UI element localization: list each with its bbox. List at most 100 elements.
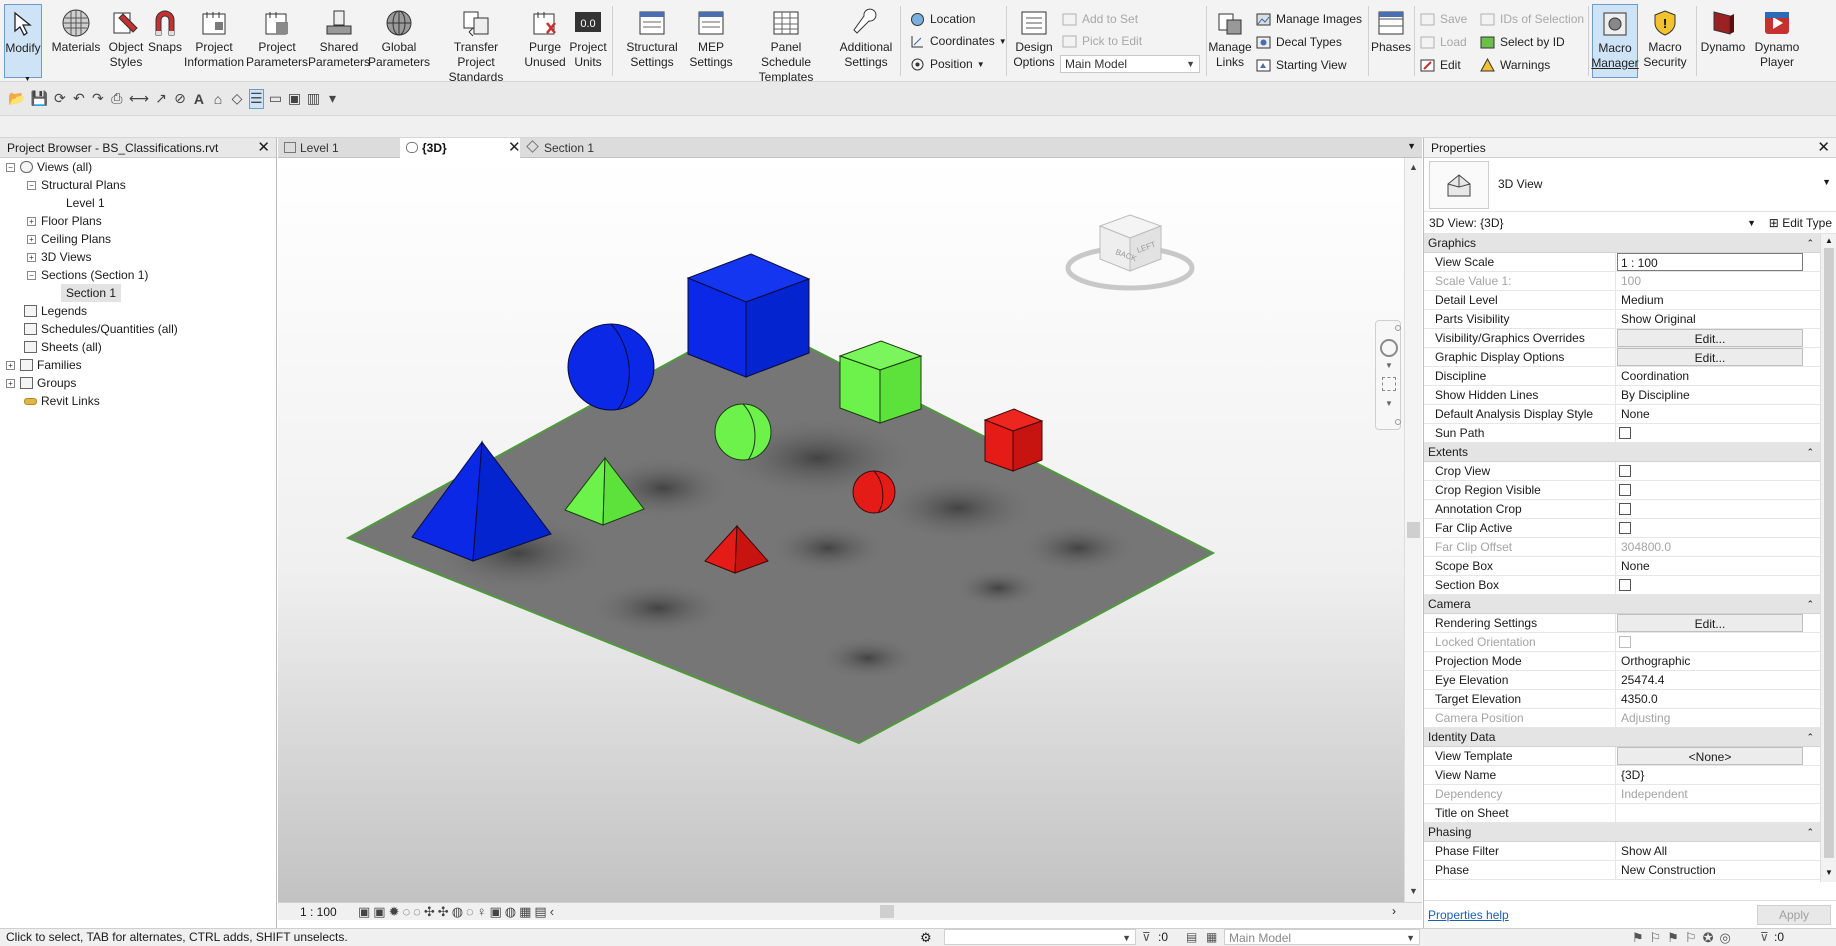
expand-icon[interactable]: + xyxy=(27,252,36,262)
phases-button[interactable]: Phases xyxy=(1371,4,1411,78)
tree-node-views[interactable]: − Views (all) xyxy=(6,158,92,176)
structural-settings-button[interactable]: Structural Settings xyxy=(624,4,680,78)
workset-select[interactable]: ▼ xyxy=(944,929,1136,945)
detail-level-select[interactable]: Medium xyxy=(1617,291,1819,309)
active-design-option-select[interactable]: Main Model ▼ xyxy=(1224,929,1420,945)
annotation-crop-checkbox[interactable] xyxy=(1619,503,1631,515)
tree-node-schedules[interactable]: Schedules/Quantities (all) xyxy=(24,320,178,338)
tree-node-floor-plans[interactable]: + Floor Plans xyxy=(27,212,102,230)
global-parameters-button[interactable]: Global Parameters xyxy=(368,4,430,78)
manage-images-button[interactable]: Manage Images xyxy=(1256,9,1362,29)
select-by-id-button[interactable]: Select by ID xyxy=(1480,32,1565,52)
tab-3d[interactable]: {3D} ✕ xyxy=(400,138,521,158)
project-parameters-button[interactable]: Project Parameters xyxy=(246,4,308,78)
chevron-up-icon[interactable]: ▲ xyxy=(1825,236,1833,245)
collapse-icon[interactable]: ⌃ xyxy=(1806,443,1814,461)
chevron-down-icon[interactable]: ▼ xyxy=(1747,212,1756,234)
manage-links-button[interactable]: Manage Links xyxy=(1208,4,1252,78)
sync-icon[interactable]: ⟳ xyxy=(53,89,67,109)
close-windows-icon[interactable]: ▭ xyxy=(269,89,283,109)
thin-lines-icon[interactable]: ☰ xyxy=(248,88,264,109)
scroll-thumb[interactable] xyxy=(880,905,894,918)
tab-level-1[interactable]: Level 1 xyxy=(278,138,398,158)
redo-icon[interactable]: ↷ xyxy=(91,89,105,109)
selection-toggle-icons[interactable]: ⚑⚐⚑⚐✪◎ xyxy=(1632,929,1737,946)
chevron-down-icon[interactable]: ▼ xyxy=(1822,177,1831,187)
collapse-icon[interactable]: − xyxy=(27,270,36,280)
view-scale-input[interactable]: 1 : 100 xyxy=(1617,253,1803,271)
tree-node-sheets[interactable]: Sheets (all) xyxy=(24,338,102,356)
graphic-display-edit-button[interactable]: Edit... xyxy=(1617,348,1803,366)
edit-type-button[interactable]: ⊞ Edit Type xyxy=(1769,212,1832,234)
close-icon[interactable]: ✕ xyxy=(508,138,521,158)
editable-only-icon[interactable]: ▤ xyxy=(1186,929,1197,946)
crop-region-visible-checkbox[interactable] xyxy=(1619,484,1631,496)
tree-node-revit-links[interactable]: Revit Links xyxy=(24,392,100,410)
chevron-down-icon[interactable]: ▼ xyxy=(1825,868,1833,877)
analysis-style-select[interactable]: None xyxy=(1617,405,1819,423)
position-button[interactable]: Position ▼ xyxy=(910,54,985,74)
design-option-select[interactable]: Main Model ▼ xyxy=(1060,55,1200,73)
close-icon[interactable]: ✕ xyxy=(1817,138,1830,158)
expand-icon[interactable]: + xyxy=(27,216,36,226)
project-information-button[interactable]: Project Information xyxy=(184,4,244,78)
project-units-button[interactable]: 0.0 Project Units xyxy=(568,4,608,78)
customize-qat-icon[interactable]: ▾ xyxy=(326,89,340,109)
text-icon[interactable]: A xyxy=(192,89,206,109)
coordinates-button[interactable]: Coordinates ▼ xyxy=(910,31,1007,51)
worksharing-icon[interactable]: ⚙ xyxy=(920,929,932,946)
tree-node-level-1[interactable]: Level 1 xyxy=(66,194,105,212)
design-option-icon[interactable]: ▦ xyxy=(1206,929,1217,946)
red-sphere[interactable] xyxy=(852,470,896,514)
tree-node-sections[interactable]: − Sections (Section 1) xyxy=(27,266,148,284)
group-extents[interactable]: Extents ⌃ xyxy=(1424,443,1820,462)
vg-overrides-edit-button[interactable]: Edit... xyxy=(1617,329,1803,347)
navbar-close-icon[interactable] xyxy=(1395,325,1401,331)
panel-schedule-templates-button[interactable]: Panel Schedule Templates xyxy=(744,4,828,84)
green-cube[interactable] xyxy=(838,340,923,424)
collapse-icon[interactable]: − xyxy=(27,180,36,190)
sun-path-checkbox[interactable] xyxy=(1619,427,1631,439)
macro-manager-button[interactable]: Macro Manager xyxy=(1591,4,1639,78)
macro-security-button[interactable]: ! Macro Security xyxy=(1642,4,1688,78)
expand-icon[interactable]: + xyxy=(27,234,36,244)
apply-button[interactable]: Apply xyxy=(1757,905,1831,925)
steering-wheel-icon[interactable] xyxy=(1380,339,1398,357)
pick-to-edit-button[interactable]: Pick to Edit xyxy=(1062,31,1142,51)
hidden-lines-select[interactable]: By Discipline xyxy=(1617,386,1819,404)
tree-node-ceiling-plans[interactable]: + Ceiling Plans xyxy=(27,230,111,248)
type-selector[interactable]: 3D View ▼ xyxy=(1424,158,1836,212)
collapse-icon[interactable]: ⌃ xyxy=(1806,234,1814,252)
discipline-select[interactable]: Coordination xyxy=(1617,367,1819,385)
tab-list-icon[interactable]: ▼ xyxy=(1407,141,1416,151)
tree-node-families[interactable]: + Families xyxy=(6,356,82,374)
properties-help-link[interactable]: Properties help xyxy=(1428,908,1509,922)
warnings-button[interactable]: Warnings xyxy=(1480,55,1550,75)
add-to-set-button[interactable]: Add to Set xyxy=(1062,9,1138,29)
rendering-settings-edit-button[interactable]: Edit... xyxy=(1617,614,1803,632)
tree-node-section-1[interactable]: Section 1 xyxy=(61,284,122,302)
starting-view-button[interactable]: Starting View xyxy=(1256,55,1346,75)
design-options-button[interactable]: Design Options xyxy=(1012,4,1056,78)
default-3d-view-icon[interactable]: ⌂ xyxy=(211,89,225,109)
red-cube[interactable] xyxy=(983,408,1044,472)
chevron-down-icon[interactable]: ▼ xyxy=(1409,886,1418,896)
chevron-down-icon[interactable]: ▼ xyxy=(1385,399,1393,408)
expand-icon[interactable]: + xyxy=(6,360,15,370)
view-scale-label[interactable]: 1 : 100 xyxy=(300,905,337,919)
modify-button[interactable]: Modify xyxy=(4,4,42,78)
shared-parameters-button[interactable]: Shared Parameters xyxy=(308,4,370,78)
close-icon[interactable]: ✕ xyxy=(257,138,270,158)
view-vertical-scrollbar[interactable]: ▲ ▼ xyxy=(1404,158,1422,902)
additional-settings-button[interactable]: Additional Settings xyxy=(836,4,896,78)
phase-select[interactable]: New Construction xyxy=(1617,861,1819,879)
snaps-button[interactable]: Snaps xyxy=(148,4,182,78)
undo-icon[interactable]: ↶ xyxy=(72,89,86,109)
save-selection-button[interactable]: Save xyxy=(1420,9,1467,29)
chevron-right-icon[interactable]: › xyxy=(1392,904,1396,918)
ids-of-selection-button[interactable]: IDs of Selection xyxy=(1480,9,1584,29)
decal-types-button[interactable]: Decal Types xyxy=(1256,32,1342,52)
purge-unused-button[interactable]: Purge Unused xyxy=(524,4,566,78)
tree-node-structural-plans[interactable]: − Structural Plans xyxy=(27,176,126,194)
tag-icon[interactable]: ⊘ xyxy=(173,89,187,109)
